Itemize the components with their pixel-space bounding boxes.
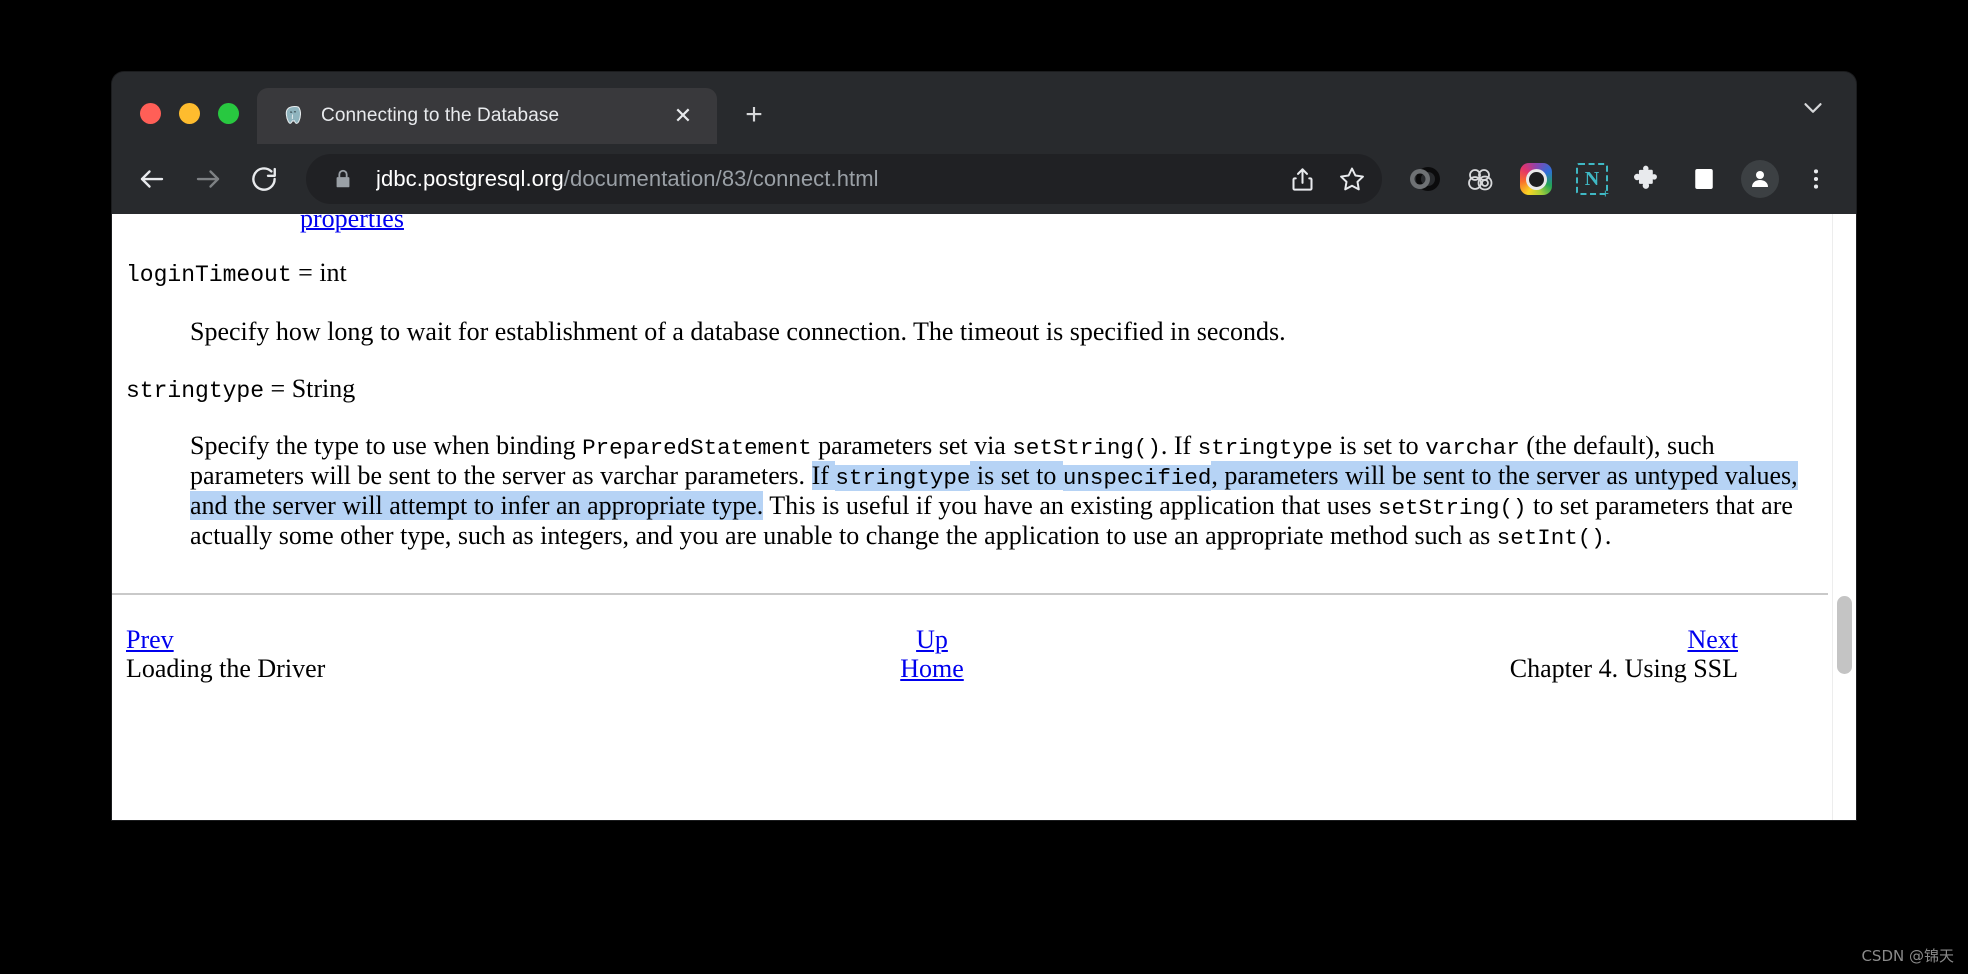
footer-up-cell: Up (658, 625, 1206, 654)
lock-icon (336, 169, 350, 188)
definition-text-fragment: If (811, 460, 836, 490)
definition-text-fragment: This is useful if you have an existing a… (763, 490, 1378, 520)
definition-code-fragment: varchar (1425, 434, 1520, 461)
browser-tab-title: Connecting to the Database (321, 105, 560, 126)
chain-link-extension-icon[interactable] (1400, 155, 1448, 203)
address-bar[interactable]: jdbc.postgresql.org/documentation/83/con… (306, 154, 1382, 204)
document-content: properties loginTimeout = int Specify ho… (112, 214, 1828, 714)
definition-code-fragment: unspecified (1062, 464, 1212, 491)
postgresql-elephant-icon (285, 106, 302, 124)
share-icon[interactable] (1278, 155, 1326, 203)
definition-code-fragment: PreparedStatement (582, 434, 812, 461)
variable-term-stringtype: stringtype = String (112, 374, 1828, 405)
definition-code-fragment: stringtype (1197, 434, 1333, 461)
tab-strip: Connecting to the Database ✕ + (112, 72, 1856, 144)
close-icon[interactable]: ✕ (669, 102, 697, 130)
avatar (1741, 160, 1779, 198)
browser-tab[interactable]: Connecting to the Database ✕ (257, 88, 717, 144)
definition-code-fragment: stringtype (835, 464, 971, 491)
forward-button[interactable] (182, 153, 234, 205)
page-scrollbar-thumb[interactable] (1837, 596, 1852, 674)
footer-prev-cell: Prev (126, 625, 658, 654)
page-scrollbar-track[interactable] (1832, 214, 1856, 820)
home-link[interactable]: Home (900, 654, 964, 683)
notion-n-glyph: N (1576, 163, 1609, 202)
rainbow-gradient-square (1520, 163, 1552, 195)
browser-window: Connecting to the Database ✕ + jdbc.post… (112, 72, 1856, 820)
rainbow-camera-extension-icon[interactable] (1512, 155, 1560, 203)
puzzle-extensions-icon[interactable] (1624, 155, 1672, 203)
window-traffic-lights (112, 103, 257, 144)
side-panel-icon[interactable] (1680, 155, 1728, 203)
circles-extension-icon[interactable] (1456, 155, 1504, 203)
url-text: jdbc.postgresql.org/documentation/83/con… (376, 166, 1278, 192)
footer-prev-title: Loading the Driver (126, 654, 326, 684)
prev-link[interactable]: Prev (126, 625, 174, 654)
star-icon[interactable] (1328, 155, 1376, 203)
footer-title-row: Loading the Driver Home Chapter 4. Using… (126, 654, 1738, 683)
term-code: loginTimeout (126, 262, 292, 288)
camera-lens-dot (1528, 171, 1544, 187)
document-footer-navigation: Prev Up Next Loading the Driver Home Cha… (112, 625, 1752, 683)
definition-text: Specify how long to wait for establishme… (190, 316, 1286, 346)
variable-term-logintimeout: loginTimeout = int (112, 258, 1828, 289)
term-equals: = (264, 373, 292, 403)
reload-button[interactable] (238, 153, 290, 205)
term-equals: = (291, 258, 320, 287)
clipped-link-above-fold[interactable]: properties (300, 214, 404, 233)
url-path: /documentation/83/connect.html (563, 166, 879, 191)
term-code: stringtype (126, 377, 265, 404)
definition-code-fragment: setInt() (1496, 525, 1605, 552)
chevron-down-icon[interactable] (1798, 93, 1828, 128)
definition-text-fragment: is set to (970, 460, 1063, 490)
variable-definition-stringtype: Specify the type to use when binding Pre… (112, 431, 1828, 552)
url-host: jdbc.postgresql.org (376, 166, 564, 191)
variable-definition-logintimeout: Specify how long to wait for establishme… (112, 317, 1828, 346)
term-type: int (319, 258, 347, 287)
window-close-button[interactable] (140, 103, 161, 124)
new-tab-button[interactable]: + (731, 92, 777, 138)
definition-text-fragment: is set to (1332, 430, 1426, 460)
page-viewport: properties loginTimeout = int Specify ho… (112, 214, 1856, 820)
definition-text-fragment: Specify the type to use when binding (190, 430, 583, 460)
definition-text-fragment: . (1604, 521, 1612, 551)
footer-link-row: Prev Up Next (126, 625, 1738, 654)
term-type: String (291, 373, 356, 403)
footer-next-cell: Next (1206, 625, 1738, 654)
next-link[interactable]: Next (1687, 625, 1738, 654)
footer-home-cell: Home (658, 654, 1206, 683)
profile-avatar[interactable] (1736, 155, 1784, 203)
definition-code-fragment: setString() (1012, 434, 1161, 461)
notion-clipper-extension-icon[interactable]: N (1568, 155, 1616, 203)
definition-code-fragment: setString() (1377, 494, 1527, 521)
definition-text-fragment: . If (1160, 430, 1198, 460)
footer-next-title: Chapter 4. Using SSL (1509, 654, 1738, 684)
watermark: CSDN @锦天 (1861, 947, 1954, 965)
browser-toolbar: jdbc.postgresql.org/documentation/83/con… (112, 144, 1856, 214)
up-link[interactable]: Up (916, 625, 948, 654)
window-minimize-button[interactable] (179, 103, 200, 124)
three-dot-menu-icon[interactable] (1792, 155, 1840, 203)
window-maximize-button[interactable] (218, 103, 239, 124)
definition-text-fragment: parameters set via (811, 430, 1013, 460)
back-button[interactable] (126, 153, 178, 205)
